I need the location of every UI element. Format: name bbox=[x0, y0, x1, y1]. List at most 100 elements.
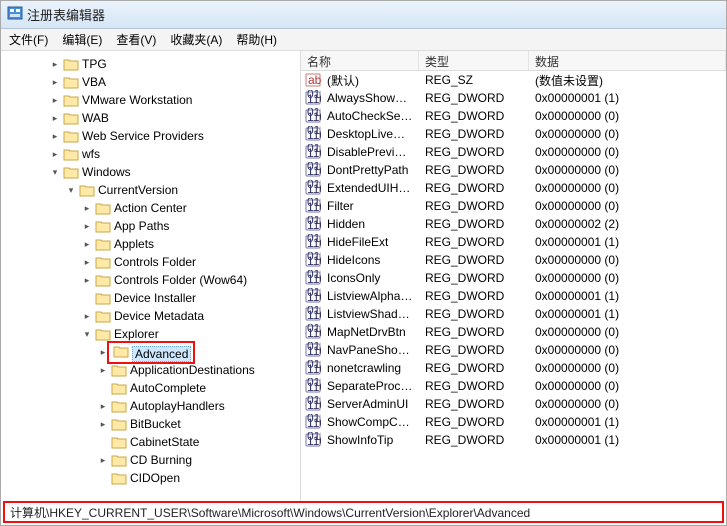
cell-type: REG_DWORD bbox=[419, 343, 529, 357]
chevron-right-icon[interactable]: ▸ bbox=[49, 131, 61, 142]
list-row[interactable]: 011110DesktopLivePrev...REG_DWORD0x00000… bbox=[301, 125, 726, 143]
tree-item-label: Controls Folder (Wow64) bbox=[114, 273, 247, 287]
folder-icon bbox=[63, 57, 79, 71]
tree-item[interactable]: CIDOpen bbox=[1, 469, 300, 487]
list-row[interactable]: 011110MapNetDrvBtnREG_DWORD0x00000000 (0… bbox=[301, 323, 726, 341]
dword-value-icon: 011110 bbox=[305, 90, 321, 106]
chevron-right-icon[interactable]: ▸ bbox=[49, 113, 61, 124]
main-pane: ▸TPG▸VBA▸VMware Workstation▸WAB▸Web Serv… bbox=[1, 51, 726, 501]
chevron-down-icon[interactable]: ▾ bbox=[65, 185, 77, 196]
list-row[interactable]: 011110ServerAdminUIREG_DWORD0x00000000 (… bbox=[301, 395, 726, 413]
list-row[interactable]: 011110ShowCompColorREG_DWORD0x00000001 (… bbox=[301, 413, 726, 431]
tree-item-label: AutoComplete bbox=[130, 381, 206, 395]
tree-item[interactable]: ▸Controls Folder bbox=[1, 253, 300, 271]
svg-text:110: 110 bbox=[307, 344, 321, 358]
chevron-right-icon[interactable]: ▸ bbox=[97, 419, 109, 430]
tree-item[interactable]: ▸AutoplayHandlers bbox=[1, 397, 300, 415]
list-row[interactable]: 011110HideIconsREG_DWORD0x00000000 (0) bbox=[301, 251, 726, 269]
menu-help[interactable]: 帮助(H) bbox=[236, 31, 277, 48]
list-row[interactable]: 011110AlwaysShowMe...REG_DWORD0x00000001… bbox=[301, 89, 726, 107]
chevron-right-icon[interactable]: ▸ bbox=[49, 77, 61, 88]
tree-item[interactable]: ▸ApplicationDestinations bbox=[1, 361, 300, 379]
cell-data: 0x00000001 (1) bbox=[529, 415, 726, 429]
statusbar-text: 计算机\HKEY_CURRENT_USER\Software\Microsoft… bbox=[10, 504, 530, 521]
tree-item[interactable]: ▾ Windows bbox=[1, 163, 300, 181]
list-row[interactable]: 011110HiddenREG_DWORD0x00000002 (2) bbox=[301, 215, 726, 233]
tree-item[interactable]: ▸wfs bbox=[1, 145, 300, 163]
tree-item[interactable]: ▸WAB bbox=[1, 109, 300, 127]
tree-item-label: Device Installer bbox=[114, 291, 196, 305]
menu-view[interactable]: 查看(V) bbox=[116, 31, 156, 48]
tree-item[interactable]: ▸App Paths bbox=[1, 217, 300, 235]
tree-item[interactable]: AutoComplete bbox=[1, 379, 300, 397]
list-row[interactable]: 011110SeparateProcessREG_DWORD0x00000000… bbox=[301, 377, 726, 395]
chevron-right-icon[interactable]: ▸ bbox=[49, 149, 61, 160]
chevron-right-icon[interactable]: ▸ bbox=[49, 59, 61, 70]
list-row[interactable]: 011110DisablePreviewD...REG_DWORD0x00000… bbox=[301, 143, 726, 161]
dword-value-icon: 011110 bbox=[305, 306, 321, 322]
dword-value-icon: 011110 bbox=[305, 144, 321, 160]
col-header-name[interactable]: 名称 bbox=[301, 51, 419, 70]
list-row[interactable]: 011110NavPaneShowAl...REG_DWORD0x0000000… bbox=[301, 341, 726, 359]
folder-icon bbox=[113, 344, 129, 358]
list-row[interactable]: 011110ShowInfoTipREG_DWORD0x00000001 (1) bbox=[301, 431, 726, 449]
list-pane[interactable]: 名称 类型 数据 ab(默认)REG_SZ(数值未设置)011110Always… bbox=[301, 51, 726, 501]
col-header-type[interactable]: 类型 bbox=[419, 51, 529, 70]
list-row[interactable]: 011110ListviewShadowREG_DWORD0x00000001 … bbox=[301, 305, 726, 323]
dword-value-icon: 011110 bbox=[305, 360, 321, 376]
svg-text:110: 110 bbox=[307, 110, 321, 124]
cell-type: REG_DWORD bbox=[419, 181, 529, 195]
list-row[interactable]: 011110IconsOnlyREG_DWORD0x00000000 (0) bbox=[301, 269, 726, 287]
tree-item[interactable]: ▸VBA bbox=[1, 73, 300, 91]
col-header-data[interactable]: 数据 bbox=[529, 51, 726, 70]
list-row[interactable]: 011110AutoCheckSelectREG_DWORD0x00000000… bbox=[301, 107, 726, 125]
tree-item[interactable]: ▸Advanced bbox=[1, 343, 300, 361]
list-row[interactable]: 011110HideFileExtREG_DWORD0x00000001 (1) bbox=[301, 233, 726, 251]
tree-item[interactable]: ▸ Controls Folder (Wow64) bbox=[1, 271, 300, 289]
chevron-right-icon[interactable]: ▸ bbox=[81, 311, 93, 322]
chevron-right-icon[interactable]: ▸ bbox=[81, 221, 93, 232]
tree-item[interactable]: ▸BitBucket bbox=[1, 415, 300, 433]
menu-edit[interactable]: 编辑(E) bbox=[62, 31, 102, 48]
tree-item[interactable]: ▸Device Metadata bbox=[1, 307, 300, 325]
chevron-right-icon[interactable]: ▸ bbox=[81, 275, 93, 286]
tree-item[interactable]: ▸Action Center bbox=[1, 199, 300, 217]
list-row[interactable]: 011110ListviewAlphaSe...REG_DWORD0x00000… bbox=[301, 287, 726, 305]
chevron-right-icon[interactable]: ▸ bbox=[81, 257, 93, 268]
tree-item[interactable]: CabinetState bbox=[1, 433, 300, 451]
folder-icon bbox=[111, 381, 127, 395]
cell-type: REG_DWORD bbox=[419, 397, 529, 411]
chevron-right-icon[interactable]: ▸ bbox=[97, 365, 109, 376]
tree-item[interactable]: ▸CD Burning bbox=[1, 451, 300, 469]
tree-item-label: Windows bbox=[82, 165, 131, 179]
chevron-right-icon[interactable]: ▸ bbox=[49, 95, 61, 106]
chevron-right-icon[interactable]: ▸ bbox=[97, 401, 109, 412]
tree-item[interactable]: ▸TPG bbox=[1, 55, 300, 73]
cell-name: nonetcrawling bbox=[321, 361, 419, 375]
chevron-right-icon[interactable]: ▸ bbox=[81, 239, 93, 250]
svg-text:110: 110 bbox=[307, 362, 321, 376]
svg-text:110: 110 bbox=[307, 164, 321, 178]
chevron-right-icon[interactable]: ▸ bbox=[97, 455, 109, 466]
menu-file[interactable]: 文件(F) bbox=[9, 31, 48, 48]
svg-text:110: 110 bbox=[307, 254, 321, 268]
chevron-right-icon[interactable]: ▸ bbox=[81, 203, 93, 214]
chevron-down-icon[interactable]: ▾ bbox=[81, 329, 93, 340]
menu-favorites[interactable]: 收藏夹(A) bbox=[170, 31, 222, 48]
cell-type: REG_DWORD bbox=[419, 199, 529, 213]
tree-pane[interactable]: ▸TPG▸VBA▸VMware Workstation▸WAB▸Web Serv… bbox=[1, 51, 301, 501]
tree-item[interactable]: ▸VMware Workstation bbox=[1, 91, 300, 109]
list-row[interactable]: 011110DontPrettyPathREG_DWORD0x00000000 … bbox=[301, 161, 726, 179]
list-row[interactable]: 011110FilterREG_DWORD0x00000000 (0) bbox=[301, 197, 726, 215]
tree-item-label: Applets bbox=[114, 237, 154, 251]
tree-item[interactable]: ▸ Applets bbox=[1, 235, 300, 253]
list-row[interactable]: ab(默认)REG_SZ(数值未设置) bbox=[301, 71, 726, 89]
tree-item[interactable]: Device Installer bbox=[1, 289, 300, 307]
cell-type: REG_DWORD bbox=[419, 253, 529, 267]
chevron-down-icon[interactable]: ▾ bbox=[49, 167, 61, 178]
list-row[interactable]: 011110ExtendedUIHove...REG_DWORD0x000000… bbox=[301, 179, 726, 197]
tree-item[interactable]: ▾CurrentVersion bbox=[1, 181, 300, 199]
list-row[interactable]: 011110nonetcrawlingREG_DWORD0x00000000 (… bbox=[301, 359, 726, 377]
tree-item[interactable]: ▸Web Service Providers bbox=[1, 127, 300, 145]
folder-icon bbox=[63, 165, 79, 179]
